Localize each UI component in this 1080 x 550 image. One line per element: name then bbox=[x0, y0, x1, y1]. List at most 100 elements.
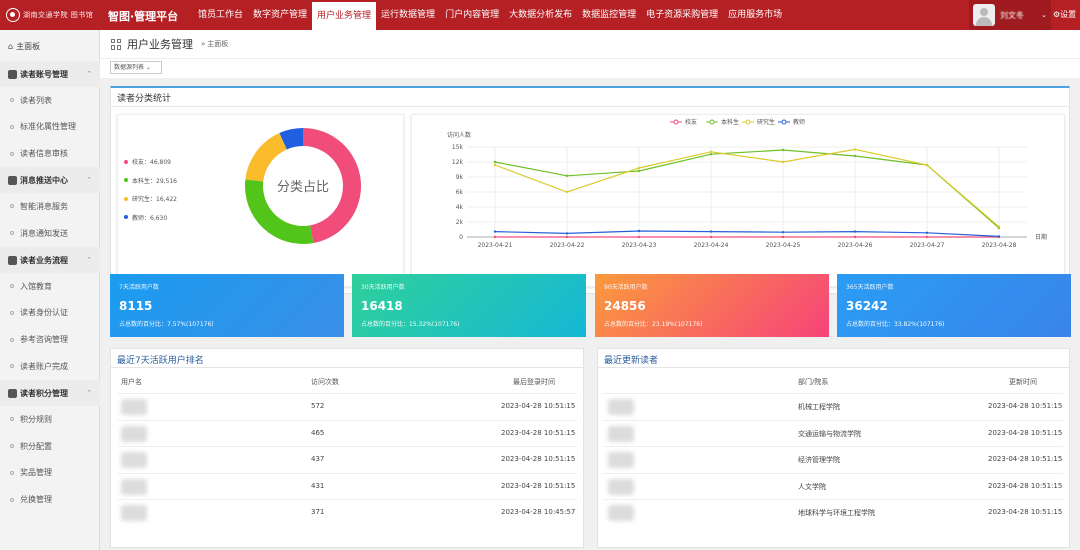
nav-item[interactable]: 用户业务管理 bbox=[312, 0, 377, 30]
data-point[interactable] bbox=[709, 235, 713, 239]
data-point[interactable] bbox=[925, 163, 929, 167]
data-point[interactable] bbox=[925, 231, 929, 234]
data-point[interactable] bbox=[709, 230, 713, 233]
data-point[interactable] bbox=[925, 235, 929, 239]
table-row[interactable]: 交通运输与物流学院 2023-04-28 10:51:15 bbox=[604, 419, 1063, 446]
sidebar-item[interactable]: 读者信息审核 bbox=[0, 141, 100, 167]
main-content: 用户业务管理 » 主面板 数据源列表 ⌄ 读者分类统计 校友：46,809 本科生… bbox=[100, 30, 1080, 550]
datasource-select[interactable]: 数据源列表 ⌄ bbox=[110, 61, 162, 74]
data-point[interactable] bbox=[637, 166, 641, 170]
table-row[interactable]: 465 2023-04-28 10:51:15 bbox=[117, 419, 577, 446]
table-row[interactable]: 机械工程学院 2023-04-28 10:51:15 bbox=[604, 393, 1063, 419]
column-header-username[interactable]: 用户名 bbox=[121, 377, 142, 387]
data-point[interactable] bbox=[853, 230, 857, 233]
data-point[interactable] bbox=[997, 235, 1001, 238]
series-line[interactable] bbox=[494, 148, 1000, 228]
nav-item[interactable]: 数据监控管理 bbox=[577, 0, 641, 30]
reader-name-redacted bbox=[608, 505, 634, 521]
column-header-department[interactable]: 部门/院系 bbox=[798, 377, 828, 387]
sidebar-item[interactable]: 积分配置 bbox=[0, 433, 100, 459]
stat-card[interactable]: 7天活跃用户数 8115 占总数的百分比：7.57%(107176) bbox=[110, 274, 344, 337]
legend-item[interactable]: 校友：46,809 bbox=[124, 157, 171, 166]
sidebar-group[interactable]: 读者积分管理 ⌃ bbox=[0, 380, 100, 407]
data-point[interactable] bbox=[853, 235, 857, 239]
sidebar-item[interactable]: 读者列表 bbox=[0, 87, 100, 113]
reader-name-redacted bbox=[608, 425, 634, 442]
data-point[interactable] bbox=[781, 235, 785, 239]
sidebar-item-home[interactable]: ⌂ 主面板 bbox=[0, 33, 100, 59]
nav-item[interactable]: 运行数据管理 bbox=[376, 0, 440, 30]
chart-legend-item[interactable]: 研究生 bbox=[742, 118, 775, 126]
legend-item[interactable]: 本科生：29,516 bbox=[124, 176, 177, 185]
data-point[interactable] bbox=[637, 169, 641, 173]
table-row[interactable]: 地球科学与环境工程学院 2023-04-28 10:51:15 bbox=[604, 499, 1063, 525]
data-point[interactable] bbox=[565, 174, 569, 177]
data-point[interactable] bbox=[637, 235, 641, 239]
data-point[interactable] bbox=[493, 235, 497, 239]
table-row[interactable]: 经济管理学院 2023-04-28 10:51:15 bbox=[604, 446, 1063, 472]
table-row[interactable]: 431 2023-04-28 10:51:15 bbox=[117, 472, 577, 499]
sidebar-group[interactable]: 读者业务流程 ⌃ bbox=[0, 247, 100, 273]
sidebar-item[interactable]: 积分规则 bbox=[0, 406, 100, 432]
legend-item[interactable]: 研究生：16,422 bbox=[124, 194, 177, 203]
data-point[interactable] bbox=[493, 163, 497, 167]
stat-card[interactable]: 30天活跃用户数 16418 占总数的百分比：15.32%(107176) bbox=[352, 274, 586, 337]
breadcrumb-home-link[interactable]: 主面板 bbox=[207, 39, 228, 49]
data-point[interactable] bbox=[781, 160, 785, 164]
chart-legend-item[interactable]: 教师 bbox=[778, 118, 805, 126]
nav-item[interactable]: 馆员工作台 bbox=[193, 0, 248, 30]
data-point[interactable] bbox=[853, 148, 857, 151]
sidebar-item-label: 读者身份认证 bbox=[20, 308, 68, 318]
sidebar-item[interactable]: 读者账户完成 bbox=[0, 353, 100, 379]
data-point[interactable] bbox=[493, 160, 497, 164]
stat-card[interactable]: 365天活跃用户数 36242 占总数的百分比：33.82%(107176) bbox=[837, 274, 1071, 337]
nav-item[interactable]: 门户内容管理 bbox=[440, 0, 504, 30]
table-row[interactable]: 572 2023-04-28 10:51:15 bbox=[117, 393, 577, 419]
nav-item[interactable]: 应用服务市场 bbox=[723, 0, 787, 30]
breadcrumb: 用户业务管理 » 主面板 bbox=[100, 30, 1080, 58]
table-row[interactable]: 437 2023-04-28 10:51:15 bbox=[117, 446, 577, 472]
nav-item[interactable]: 大数据分析发布 bbox=[504, 0, 577, 30]
settings-button[interactable]: ⚙设置 bbox=[1053, 9, 1076, 20]
data-point[interactable] bbox=[709, 150, 713, 153]
data-point[interactable] bbox=[565, 235, 569, 239]
sidebar-item[interactable]: 入馆教育 bbox=[0, 273, 100, 299]
sidebar-item[interactable]: 兑换管理 bbox=[0, 487, 100, 513]
table-row[interactable]: 人文学院 2023-04-28 10:51:15 bbox=[604, 472, 1063, 499]
data-point[interactable] bbox=[853, 154, 857, 158]
chart-legend-item[interactable]: 本科生 bbox=[706, 118, 739, 126]
data-point[interactable] bbox=[565, 232, 569, 235]
data-point[interactable] bbox=[781, 231, 785, 234]
sidebar-item[interactable]: 消息通知发送 bbox=[0, 220, 100, 246]
sidebar-group[interactable]: 读者账号管理 ⌃ bbox=[0, 61, 100, 87]
data-point[interactable] bbox=[709, 153, 713, 156]
sidebar-group[interactable]: 消息推送中心 ⌃ bbox=[0, 167, 100, 194]
update-time: 2023-04-28 10:51:15 bbox=[988, 455, 1063, 463]
sidebar-item[interactable]: 智能消息服务 bbox=[0, 193, 100, 219]
user-menu[interactable]: 刘文冬 ⌄ bbox=[969, 0, 1051, 30]
chart-legend-item[interactable]: 校友 bbox=[670, 118, 697, 126]
data-point[interactable] bbox=[637, 229, 641, 233]
sidebar-item-label: 读者账户完成 bbox=[20, 361, 68, 371]
bullet-icon bbox=[10, 470, 14, 475]
legend-item[interactable]: 教师：6,630 bbox=[124, 213, 167, 222]
data-point[interactable] bbox=[781, 148, 785, 152]
column-header-visits[interactable]: 访问次数 bbox=[311, 377, 339, 387]
stat-card[interactable]: 90天活跃用户数 24856 占总数的百分比：23.19%(107176) bbox=[595, 274, 829, 337]
column-header-update-time[interactable]: 更新时间 bbox=[1009, 377, 1037, 387]
sidebar-item[interactable]: 参考咨询管理 bbox=[0, 327, 100, 353]
data-point[interactable] bbox=[565, 190, 569, 194]
data-point[interactable] bbox=[493, 230, 497, 233]
nav-item[interactable]: 电子资源采购管理 bbox=[641, 0, 723, 30]
donut-slice[interactable] bbox=[245, 133, 287, 182]
column-header-last-login[interactable]: 最后登录时间 bbox=[513, 377, 555, 387]
nav-item[interactable]: 数字资产管理 bbox=[248, 0, 312, 30]
sidebar-item[interactable]: 奖品管理 bbox=[0, 460, 100, 486]
table-row[interactable]: 371 2023-04-28 10:45:57 bbox=[117, 499, 577, 525]
sidebar-item[interactable]: 标准化属性管理 bbox=[0, 114, 100, 140]
sidebar-item[interactable]: 读者身份认证 bbox=[0, 300, 100, 326]
series-line[interactable] bbox=[494, 149, 1000, 229]
series-line[interactable] bbox=[494, 230, 1000, 237]
data-point[interactable] bbox=[997, 225, 1001, 228]
library-logo[interactable]: 湖南交通学院 图书馆 bbox=[6, 7, 104, 23]
